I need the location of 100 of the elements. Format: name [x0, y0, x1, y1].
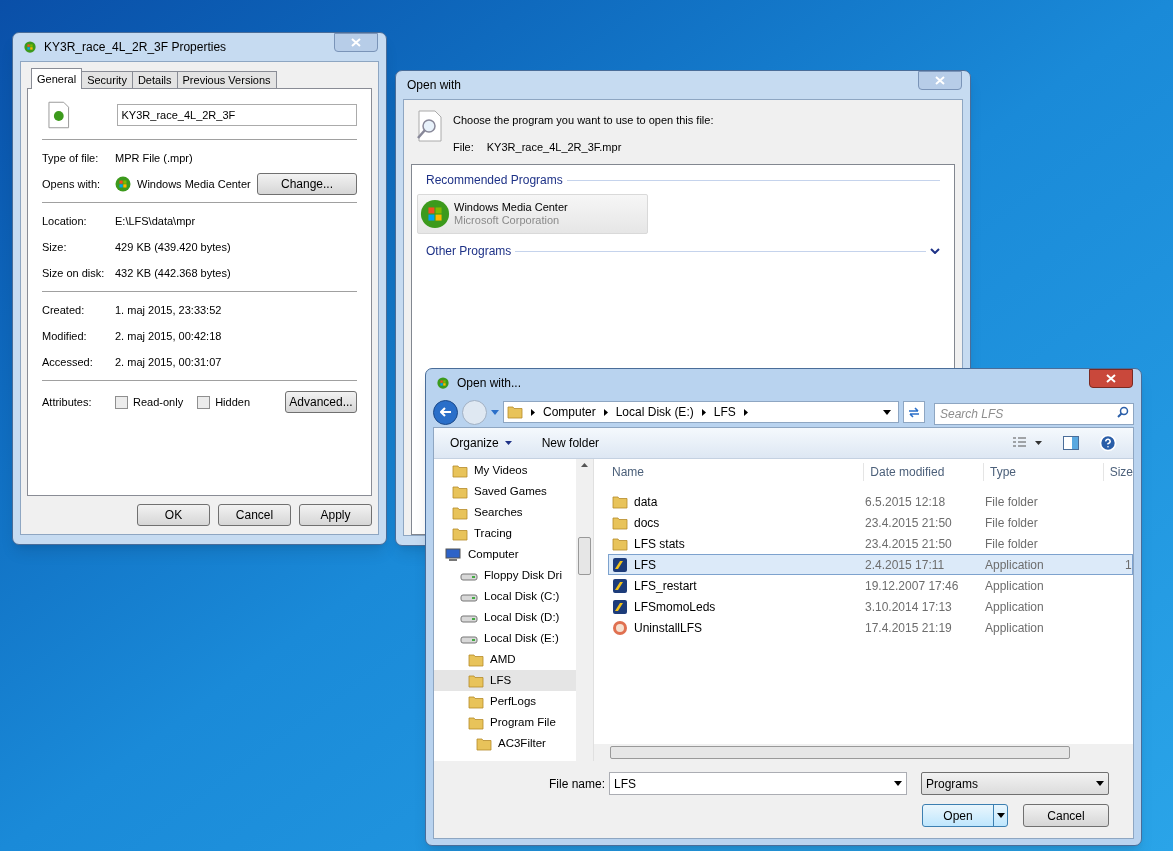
- file-date: 23.4.2015 21:50: [865, 535, 953, 553]
- field-value: 2. maj 2015, 00:42:18: [115, 328, 222, 344]
- tree-item[interactable]: Local Disk (D:): [434, 607, 576, 628]
- caret-down-icon: [1096, 781, 1104, 786]
- caret-down-icon: [894, 781, 902, 786]
- organize-button[interactable]: Organize: [450, 434, 512, 452]
- tab[interactable]: General: [31, 68, 83, 89]
- window-title: Open with...: [457, 375, 522, 392]
- tree-label: Program File: [490, 714, 556, 730]
- tree-label: Local Disk (E:): [484, 630, 559, 646]
- field-label: Modified:: [42, 328, 88, 344]
- tree-item[interactable]: Floppy Disk Dri: [434, 565, 576, 586]
- address-bar[interactable]: Computer Local Disk (E:) LFS: [503, 401, 899, 423]
- refresh-button[interactable]: [903, 401, 925, 423]
- chevron-right-icon: [531, 408, 535, 416]
- file-type-dropdown[interactable]: Programs: [921, 772, 1109, 795]
- file-date: 6.5.2015 12:18: [865, 493, 947, 511]
- new-folder-button[interactable]: New folder: [541, 434, 600, 452]
- file-type: Application: [985, 556, 1045, 574]
- breadcrumb-item[interactable]: Local Disk (E:): [615, 403, 694, 421]
- search-icon: [1117, 406, 1129, 418]
- dialog-button[interactable]: Cancel: [1023, 804, 1109, 827]
- file-name: LFSmomoLeds: [634, 598, 716, 616]
- refresh-icon: [907, 406, 921, 418]
- preview-pane-icon: [1063, 436, 1079, 450]
- tree-item[interactable]: Tracing: [434, 523, 576, 544]
- tree-item[interactable]: Computer: [434, 544, 576, 565]
- checkbox[interactable]: [115, 395, 128, 409]
- view-options-icon: [1013, 437, 1043, 449]
- tree-item[interactable]: LFS: [434, 670, 576, 691]
- search-field[interactable]: Search LFS: [934, 403, 1134, 425]
- folder-icon: [507, 405, 523, 419]
- app-icon: [612, 598, 628, 615]
- dialog-button[interactable]: Advanced...: [285, 391, 357, 413]
- column-header[interactable]: Date modified: [863, 463, 983, 481]
- tree-item[interactable]: PerfLogs: [434, 691, 576, 712]
- caret-down-icon: [504, 441, 512, 445]
- chevron-right-icon: [603, 408, 608, 416]
- column-header[interactable]: Type: [983, 463, 1103, 481]
- tree-item[interactable]: Local Disk (E:): [434, 628, 576, 649]
- file-type: File folder: [985, 535, 1039, 553]
- tree-label: My Videos: [474, 462, 528, 478]
- back-button[interactable]: [433, 399, 458, 425]
- tab[interactable]: Previous Versions: [176, 71, 277, 89]
- close-button[interactable]: [1089, 369, 1133, 388]
- program-publisher: Microsoft Corporation: [454, 214, 561, 227]
- tree-item[interactable]: AC3Filter: [434, 733, 576, 754]
- file-size: 1: [1124, 556, 1132, 574]
- dialog-button[interactable]: Apply: [299, 504, 372, 526]
- file-name-field[interactable]: KY3R_race_4L_2R_3F: [116, 104, 357, 126]
- file-date: 19.12.2007 17:46: [865, 577, 960, 595]
- file-row[interactable]: LFS stats 23.4.2015 21:50 File folder: [608, 533, 1133, 554]
- tree-item[interactable]: Program File: [434, 712, 576, 733]
- dialog-button[interactable]: Change...: [257, 173, 357, 195]
- help-icon: [1099, 434, 1117, 452]
- dialog-button[interactable]: Cancel: [218, 504, 291, 526]
- field-value: 432 KB (442.368 bytes): [115, 265, 231, 281]
- vertical-scrollbar[interactable]: [576, 459, 593, 761]
- file-name: docs: [634, 514, 660, 532]
- close-icon: [351, 38, 361, 47]
- program-tile[interactable]: Windows Media Center Microsoft Corporation: [417, 194, 648, 234]
- dialog-button[interactable]: OK: [137, 504, 210, 526]
- arrow-left-icon: [439, 407, 452, 417]
- field-label: Type of file:: [42, 150, 100, 166]
- tree-item[interactable]: AMD: [434, 649, 576, 670]
- file-name: LFS stats: [634, 535, 685, 553]
- tab[interactable]: Details: [131, 71, 178, 89]
- folder-icon: [452, 484, 468, 499]
- file-row[interactable]: LFS_restart 19.12.2007 17:46 Application: [608, 575, 1133, 596]
- tree-item[interactable]: Saved Games: [434, 481, 576, 502]
- file-row[interactable]: data 6.5.2015 12:18 File folder: [608, 491, 1133, 512]
- tree-item[interactable]: My Videos: [434, 460, 576, 481]
- field-label: Location:: [42, 213, 88, 229]
- file-name-label: File name:: [548, 775, 605, 793]
- breadcrumb-item[interactable]: Computer: [543, 403, 596, 421]
- file-row[interactable]: LFS 2.4.2015 17:11 Application 1: [608, 554, 1133, 575]
- tree-label: Searches: [474, 504, 523, 520]
- column-header[interactable]: Size: [1102, 463, 1133, 481]
- horizontal-scrollbar[interactable]: [594, 744, 1133, 761]
- column-header[interactable]: Name: [594, 463, 864, 481]
- computer-icon: [444, 547, 462, 562]
- scrollbar-thumb[interactable]: [578, 537, 591, 575]
- tree-item[interactable]: Local Disk (C:): [434, 586, 576, 607]
- file-row[interactable]: UninstallLFS 17.4.2015 21:19 Application: [608, 617, 1133, 638]
- tab[interactable]: Security: [81, 71, 133, 89]
- checkbox[interactable]: [197, 395, 211, 409]
- file-name-combobox[interactable]: LFS: [609, 772, 907, 795]
- field-label: Created:: [42, 302, 86, 318]
- file-type: File folder: [985, 493, 1039, 511]
- open-button[interactable]: Open: [922, 804, 1008, 827]
- field-value: 1. maj 2015, 23:33:52: [115, 302, 222, 318]
- tree-item[interactable]: Searches: [434, 502, 576, 523]
- file-row[interactable]: docs 23.4.2015 21:50 File folder: [608, 512, 1133, 533]
- file-type: Application: [985, 619, 1045, 637]
- magnifier-document-icon: [415, 110, 443, 144]
- chevron-down-icon: [930, 248, 940, 254]
- file-name: UninstallLFS: [634, 619, 703, 637]
- file-row[interactable]: LFSmomoLeds 3.10.2014 17:13 Application: [608, 596, 1133, 617]
- breadcrumb-item[interactable]: LFS: [713, 403, 736, 421]
- scrollbar-thumb[interactable]: [610, 746, 1070, 759]
